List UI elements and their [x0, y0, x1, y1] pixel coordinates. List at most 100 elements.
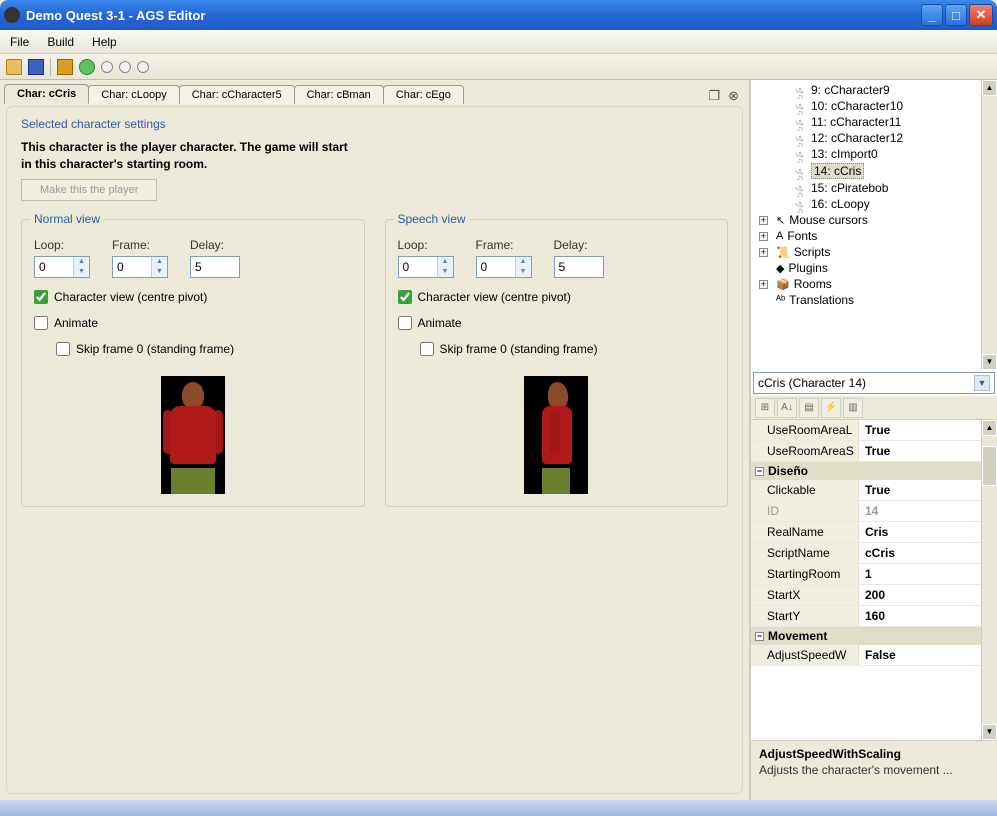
- maximize-button[interactable]: □: [945, 4, 967, 26]
- property-value[interactable]: cCris: [859, 546, 997, 560]
- run-icon[interactable]: [79, 59, 95, 75]
- speech-loop-spinner[interactable]: ▲▼: [398, 256, 454, 278]
- scroll-thumb[interactable]: [982, 446, 997, 486]
- property-value[interactable]: 1: [859, 567, 997, 581]
- windows-icon[interactable]: ❐: [708, 88, 720, 104]
- alphabetical-icon[interactable]: A↓: [777, 398, 797, 418]
- collapse-icon[interactable]: −: [755, 632, 764, 641]
- collapse-icon[interactable]: −: [755, 467, 764, 476]
- minimize-button[interactable]: _: [921, 4, 943, 26]
- property-object-selector[interactable]: cCris (Character 14) ▼: [753, 372, 995, 394]
- tree-character-item[interactable]: 𓀟9: cCharacter9: [755, 82, 993, 98]
- tree-character-item[interactable]: 𓀟13: cImport0: [755, 146, 993, 162]
- property-value[interactable]: Cris: [859, 525, 997, 539]
- menu-file[interactable]: File: [10, 35, 29, 49]
- scroll-up-icon[interactable]: ▲: [982, 420, 997, 436]
- spin-up-icon[interactable]: ▲: [74, 257, 89, 267]
- spin-down-icon[interactable]: ▼: [516, 267, 531, 277]
- speech-center-checkbox[interactable]: [398, 290, 412, 304]
- tree-character-item[interactable]: 𓀟16: cLoopy: [755, 196, 993, 212]
- property-row[interactable]: ClickableTrue: [751, 480, 997, 501]
- property-grid[interactable]: UseRoomAreaLTrueUseRoomAreaSTrue−DiseñoC…: [751, 420, 997, 740]
- tree-node-item[interactable]: +↖ Mouse cursors: [755, 212, 993, 228]
- tree-node-item[interactable]: +A Fonts: [755, 228, 993, 244]
- speech-frame-spinner[interactable]: ▲▼: [476, 256, 532, 278]
- tab-cbman[interactable]: Char: cBman: [294, 85, 384, 104]
- property-row[interactable]: StartY160: [751, 606, 997, 627]
- expander-icon[interactable]: +: [759, 280, 768, 289]
- build-icon[interactable]: [57, 59, 73, 75]
- tree-character-item[interactable]: 𓀟11: cCharacter11: [755, 114, 993, 130]
- normal-skip-checkbox[interactable]: [56, 342, 70, 356]
- tree-character-item[interactable]: 𓀟12: cCharacter12: [755, 130, 993, 146]
- property-value[interactable]: 14: [859, 504, 997, 518]
- spin-up-icon[interactable]: ▲: [438, 257, 453, 267]
- property-row[interactable]: ScriptNamecCris: [751, 543, 997, 564]
- spin-down-icon[interactable]: ▼: [152, 267, 167, 277]
- property-row[interactable]: AdjustSpeedWFalse: [751, 645, 997, 666]
- tree-character-item[interactable]: 𓀟10: cCharacter10: [755, 98, 993, 114]
- property-value[interactable]: True: [859, 423, 997, 437]
- events-icon[interactable]: ⚡: [821, 398, 841, 418]
- normal-frame-spinner[interactable]: ▲▼: [112, 256, 168, 278]
- tab-ccharacter5[interactable]: Char: cCharacter5: [179, 85, 295, 104]
- stop-icon[interactable]: [137, 61, 149, 73]
- property-scrollbar[interactable]: ▲ ▼: [981, 420, 997, 740]
- make-player-button[interactable]: Make this the player: [21, 179, 157, 201]
- normal-center-checkbox[interactable]: [34, 290, 48, 304]
- tree-node-item[interactable]: +📦 Rooms: [755, 276, 993, 292]
- tree-node-item[interactable]: +📜 Scripts: [755, 244, 993, 260]
- normal-delay-input[interactable]: [190, 256, 240, 278]
- property-row[interactable]: UseRoomAreaLTrue: [751, 420, 997, 441]
- speech-delay-input[interactable]: [554, 256, 604, 278]
- tab-ccris[interactable]: Char: cCris: [4, 84, 89, 104]
- step-icon[interactable]: [119, 61, 131, 73]
- property-value[interactable]: 200: [859, 588, 997, 602]
- normal-animate-checkbox[interactable]: [34, 316, 48, 330]
- property-row[interactable]: StartingRoom1: [751, 564, 997, 585]
- tab-cego[interactable]: Char: cEgo: [383, 85, 464, 104]
- menu-build[interactable]: Build: [47, 35, 74, 49]
- property-value[interactable]: True: [859, 444, 997, 458]
- property-value[interactable]: 160: [859, 609, 997, 623]
- normal-loop-input[interactable]: [35, 257, 73, 277]
- expander-icon[interactable]: +: [759, 232, 768, 241]
- tree-node-item[interactable]: ᴬᵇ Translations: [755, 292, 993, 308]
- property-row[interactable]: StartX200: [751, 585, 997, 606]
- pause-icon[interactable]: [101, 61, 113, 73]
- normal-loop-spinner[interactable]: ▲▼: [34, 256, 90, 278]
- close-button[interactable]: ✕: [969, 4, 993, 26]
- categorized-icon[interactable]: ⊞: [755, 398, 775, 418]
- open-icon[interactable]: [6, 59, 22, 75]
- spin-up-icon[interactable]: ▲: [152, 257, 167, 267]
- tree-character-item[interactable]: 𓀟15: cPiratebob: [755, 180, 993, 196]
- speech-loop-input[interactable]: [399, 257, 437, 277]
- property-category[interactable]: −Diseño: [751, 462, 997, 480]
- properties-icon[interactable]: ▤: [799, 398, 819, 418]
- property-value[interactable]: False: [859, 648, 997, 662]
- expander-icon[interactable]: +: [759, 216, 768, 225]
- scroll-down-icon[interactable]: ▼: [982, 724, 997, 740]
- save-icon[interactable]: [28, 59, 44, 75]
- expander-icon[interactable]: +: [759, 248, 768, 257]
- property-row[interactable]: RealNameCris: [751, 522, 997, 543]
- property-value[interactable]: True: [859, 483, 997, 497]
- tree-character-item[interactable]: 𓀟14: cCris: [755, 162, 993, 180]
- tree-node-item[interactable]: ◆ Plugins: [755, 260, 993, 276]
- tree-scrollbar[interactable]: ▲ ▼: [981, 80, 997, 370]
- speech-frame-input[interactable]: [477, 257, 515, 277]
- scroll-down-icon[interactable]: ▼: [982, 354, 997, 370]
- spin-down-icon[interactable]: ▼: [74, 267, 89, 277]
- project-tree[interactable]: 𓀟9: cCharacter9𓀟10: cCharacter10𓀟11: cCh…: [751, 80, 997, 370]
- chevron-down-icon[interactable]: ▼: [974, 375, 990, 391]
- close-tab-icon[interactable]: ⊗: [728, 88, 739, 104]
- property-category[interactable]: −Movement: [751, 627, 997, 645]
- scroll-up-icon[interactable]: ▲: [982, 80, 997, 96]
- speech-skip-checkbox[interactable]: [420, 342, 434, 356]
- property-row[interactable]: ID14: [751, 501, 997, 522]
- pages-icon[interactable]: ▥: [843, 398, 863, 418]
- tab-cloopy[interactable]: Char: cLoopy: [88, 85, 179, 104]
- spin-up-icon[interactable]: ▲: [516, 257, 531, 267]
- normal-frame-input[interactable]: [113, 257, 151, 277]
- spin-down-icon[interactable]: ▼: [438, 267, 453, 277]
